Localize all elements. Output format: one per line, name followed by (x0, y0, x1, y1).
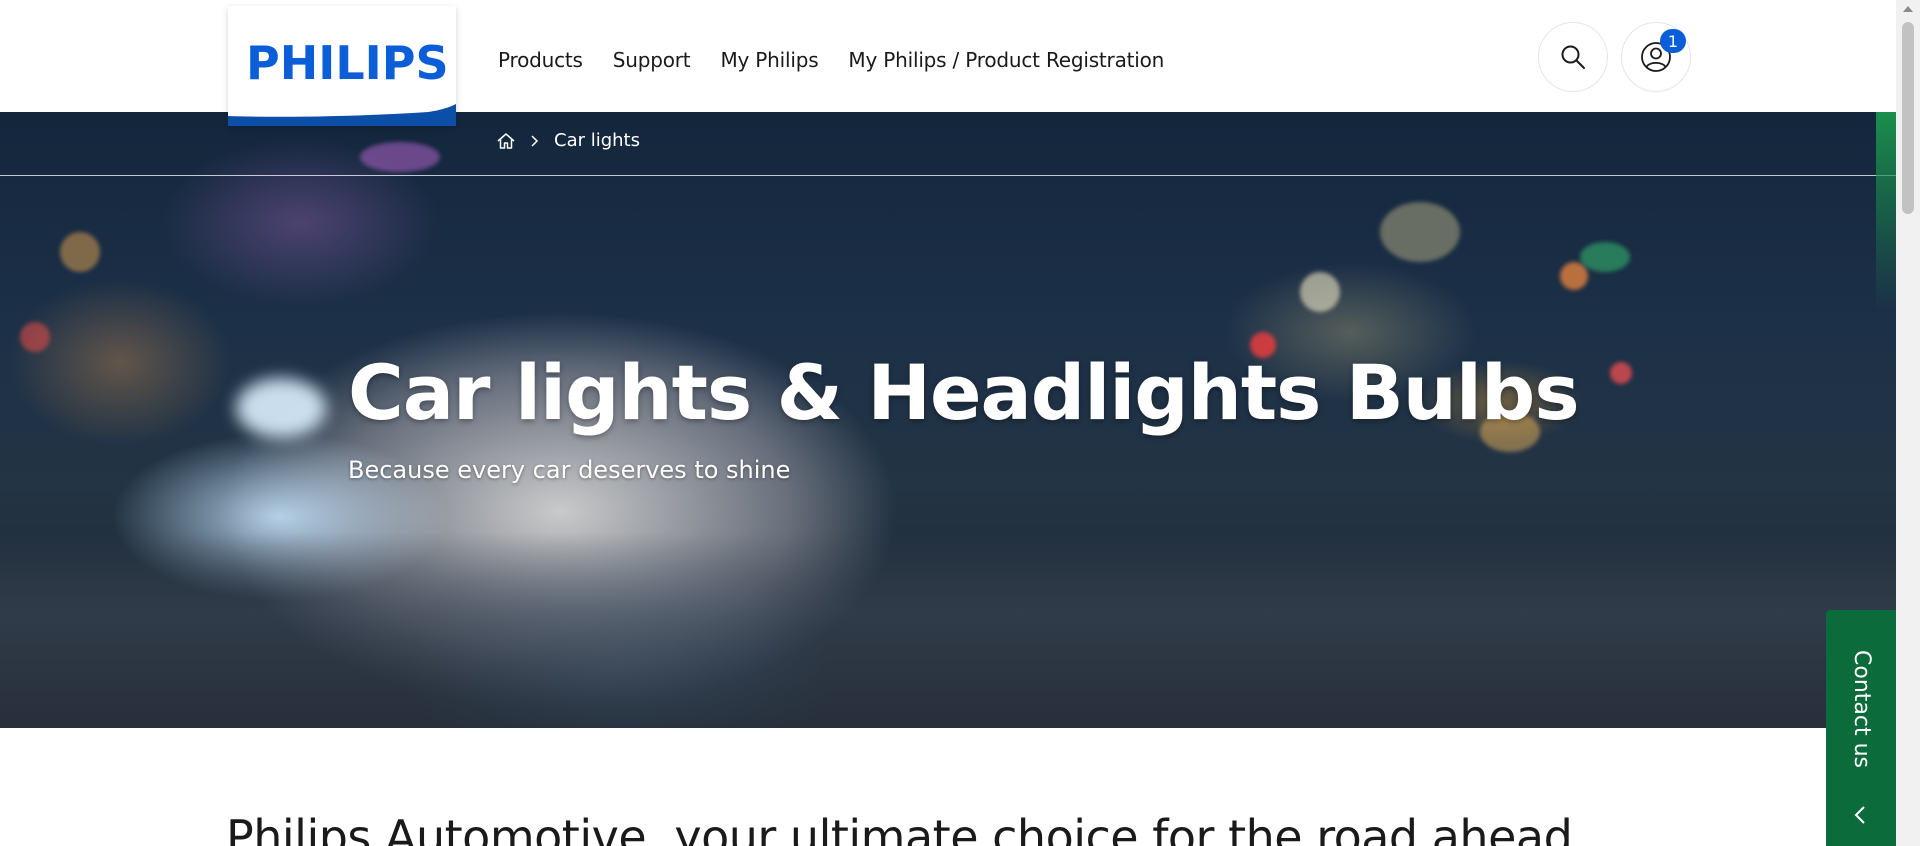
breadcrumb-current[interactable]: Car lights (554, 130, 640, 151)
main-nav: Products Support My Philips My Philips /… (498, 48, 1164, 72)
chevron-left-icon (1854, 806, 1865, 824)
philips-logo[interactable]: PHILIPS (228, 6, 456, 126)
account-button[interactable]: 1 (1621, 22, 1691, 92)
bokeh-light (360, 142, 440, 172)
breadcrumb-divider (0, 175, 1896, 176)
bokeh-light (1580, 242, 1630, 272)
nav-product-registration[interactable]: My Philips / Product Registration (848, 48, 1164, 72)
contact-us-label: Contact us (1849, 650, 1874, 768)
breadcrumb: Car lights (496, 130, 640, 151)
page-scrollbar[interactable] (1896, 0, 1920, 846)
bokeh-light (20, 322, 50, 352)
hero-road (0, 532, 1896, 728)
intro-heading: Philips Automotive, your ultimate choice… (226, 810, 1573, 846)
hero-green-edge (1876, 112, 1896, 312)
search-icon (1561, 45, 1585, 69)
hero-title: Car lights & Headlights Bulbs (348, 348, 1580, 437)
hero-banner: Car lights Car lights & Headlights Bulbs… (0, 112, 1896, 728)
nav-products[interactable]: Products (498, 48, 583, 72)
headlight-glow (236, 378, 326, 438)
bokeh-light (1610, 362, 1632, 384)
scroll-up-arrow[interactable] (1903, 6, 1913, 12)
nav-support[interactable]: Support (613, 48, 691, 72)
account-badge: 1 (1660, 29, 1686, 53)
logo-text: PHILIPS (246, 36, 449, 90)
nav-my-philips[interactable]: My Philips (720, 48, 818, 72)
bokeh-light (1300, 272, 1340, 312)
chevron-right-icon (531, 134, 539, 147)
search-button[interactable] (1538, 22, 1608, 92)
bokeh-light (1380, 202, 1460, 262)
hero-subtitle: Because every car deserves to shine (348, 456, 791, 484)
bokeh-light (60, 232, 100, 272)
bokeh-light (1560, 262, 1588, 290)
home-icon[interactable] (496, 131, 516, 151)
scroll-thumb[interactable] (1902, 22, 1914, 214)
contact-us-tab[interactable]: Contact us (1826, 610, 1896, 846)
logo-wave (228, 104, 456, 126)
